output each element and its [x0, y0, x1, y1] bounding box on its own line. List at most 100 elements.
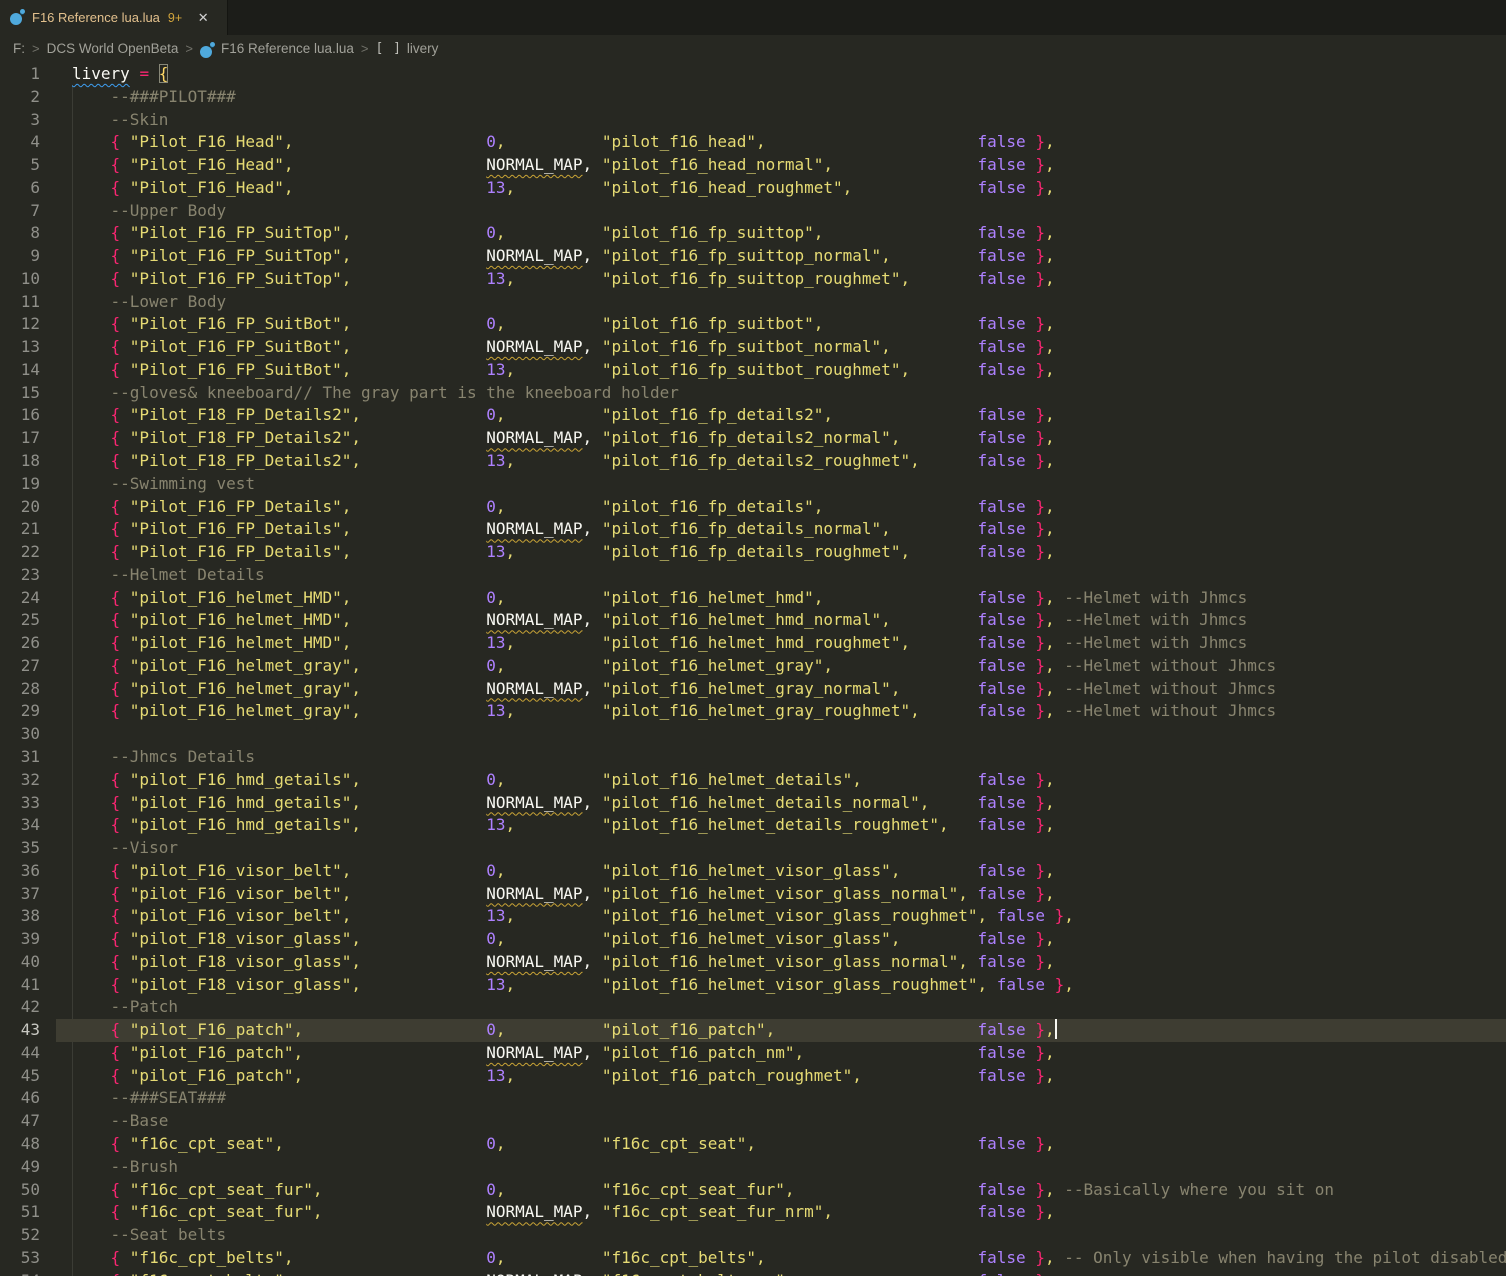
- line-number[interactable]: 18: [0, 450, 40, 473]
- code-line[interactable]: 9 { "Pilot_F16_FP_SuitTop", NORMAL_MAP, …: [0, 245, 1506, 268]
- code-line[interactable]: 21 { "Pilot_F16_FP_Details", NORMAL_MAP,…: [0, 518, 1506, 541]
- code-line[interactable]: 12 { "Pilot_F16_FP_SuitBot", 0, "pilot_f…: [0, 313, 1506, 336]
- close-icon[interactable]: ✕: [193, 8, 213, 28]
- line-number[interactable]: 27: [0, 655, 40, 678]
- code-line[interactable]: 13 { "Pilot_F16_FP_SuitBot", NORMAL_MAP,…: [0, 336, 1506, 359]
- line-number[interactable]: 32: [0, 769, 40, 792]
- tab-f16-reference[interactable]: F16 Reference lua.lua 9+ ✕: [0, 0, 228, 35]
- code-line[interactable]: 5 { "Pilot_F16_Head", NORMAL_MAP, "pilot…: [0, 154, 1506, 177]
- code-line[interactable]: 16 { "Pilot_F18_FP_Details2", 0, "pilot_…: [0, 404, 1506, 427]
- code-line[interactable]: 41 { "pilot_F18_visor_glass", 13, "pilot…: [0, 974, 1506, 997]
- code-line[interactable]: 37 { "pilot_F16_visor_belt", NORMAL_MAP,…: [0, 883, 1506, 906]
- code-line[interactable]: 11 --Lower Body: [0, 291, 1506, 314]
- code-line[interactable]: 49 --Brush: [0, 1156, 1506, 1179]
- code-line[interactable]: 15 --gloves& kneeboard// The gray part i…: [0, 382, 1506, 405]
- breadcrumb-item-folder[interactable]: DCS World OpenBeta: [47, 41, 179, 56]
- code-line[interactable]: 34 { "pilot_F16_hmd_getails", 13, "pilot…: [0, 814, 1506, 837]
- code-line[interactable]: 46 --###SEAT###: [0, 1087, 1506, 1110]
- line-number[interactable]: 29: [0, 700, 40, 723]
- line-number[interactable]: 10: [0, 268, 40, 291]
- line-number[interactable]: 24: [0, 587, 40, 610]
- code-line[interactable]: 17 { "Pilot_F18_FP_Details2", NORMAL_MAP…: [0, 427, 1506, 450]
- line-number[interactable]: 45: [0, 1065, 40, 1088]
- line-number[interactable]: 42: [0, 996, 40, 1019]
- code-line[interactable]: 43 { "pilot_F16_patch", 0, "pilot_f16_pa…: [0, 1019, 1506, 1042]
- line-number[interactable]: 28: [0, 678, 40, 701]
- code-line[interactable]: 52 --Seat belts: [0, 1224, 1506, 1247]
- line-number[interactable]: 23: [0, 564, 40, 587]
- line-number[interactable]: 16: [0, 404, 40, 427]
- code-line[interactable]: 26 { "pilot_F16_helmet_HMD", 13, "pilot_…: [0, 632, 1506, 655]
- code-line[interactable]: 3 --Skin: [0, 109, 1506, 132]
- code-line[interactable]: 47 --Base: [0, 1110, 1506, 1133]
- line-number[interactable]: 14: [0, 359, 40, 382]
- line-number[interactable]: 19: [0, 473, 40, 496]
- line-number[interactable]: 22: [0, 541, 40, 564]
- code-line[interactable]: 35 --Visor: [0, 837, 1506, 860]
- code-line[interactable]: 23 --Helmet Details: [0, 564, 1506, 587]
- code-line[interactable]: 42 --Patch: [0, 996, 1506, 1019]
- line-number[interactable]: 54: [0, 1270, 40, 1276]
- line-number[interactable]: 49: [0, 1156, 40, 1179]
- code-line[interactable]: 18 { "Pilot_F18_FP_Details2", 13, "pilot…: [0, 450, 1506, 473]
- code-line[interactable]: 27 { "pilot_F16_helmet_gray", 0, "pilot_…: [0, 655, 1506, 678]
- line-number[interactable]: 44: [0, 1042, 40, 1065]
- code-line[interactable]: 22 { "Pilot_F16_FP_Details", 13, "pilot_…: [0, 541, 1506, 564]
- code-line[interactable]: 36 { "pilot_F16_visor_belt", 0, "pilot_f…: [0, 860, 1506, 883]
- line-number[interactable]: 20: [0, 496, 40, 519]
- line-number[interactable]: 9: [0, 245, 40, 268]
- line-number[interactable]: 1: [0, 63, 40, 86]
- code-line[interactable]: 2 --###PILOT###: [0, 86, 1506, 109]
- line-number[interactable]: 31: [0, 746, 40, 769]
- line-number[interactable]: 39: [0, 928, 40, 951]
- line-number[interactable]: 7: [0, 200, 40, 223]
- breadcrumb-item-file[interactable]: F16 Reference lua.lua: [221, 41, 354, 56]
- breadcrumb-item-drive[interactable]: F:: [13, 41, 25, 56]
- line-number[interactable]: 51: [0, 1201, 40, 1224]
- code-line[interactable]: 25 { "pilot_F16_helmet_HMD", NORMAL_MAP,…: [0, 609, 1506, 632]
- code-line[interactable]: 40 { "pilot_F18_visor_glass", NORMAL_MAP…: [0, 951, 1506, 974]
- code-line[interactable]: 54 { "f16c_cpt_belts", NORMAL_MAP, "f16c…: [0, 1270, 1506, 1276]
- line-number[interactable]: 8: [0, 222, 40, 245]
- code-line[interactable]: 24 { "pilot_F16_helmet_HMD", 0, "pilot_f…: [0, 587, 1506, 610]
- line-number[interactable]: 26: [0, 632, 40, 655]
- code-line[interactable]: 31 --Jhmcs Details: [0, 746, 1506, 769]
- code-line[interactable]: 30: [0, 723, 1506, 746]
- code-line[interactable]: 8 { "Pilot_F16_FP_SuitTop", 0, "pilot_f1…: [0, 222, 1506, 245]
- line-number[interactable]: 53: [0, 1247, 40, 1270]
- line-number[interactable]: 34: [0, 814, 40, 837]
- line-number[interactable]: 41: [0, 974, 40, 997]
- code-line[interactable]: 6 { "Pilot_F16_Head", 13, "pilot_f16_hea…: [0, 177, 1506, 200]
- code-line[interactable]: 29 { "pilot_F16_helmet_gray", 13, "pilot…: [0, 700, 1506, 723]
- code-line[interactable]: 45 { "pilot_F16_patch", 13, "pilot_f16_p…: [0, 1065, 1506, 1088]
- line-number[interactable]: 50: [0, 1179, 40, 1202]
- code-line[interactable]: 33 { "pilot_F16_hmd_getails", NORMAL_MAP…: [0, 792, 1506, 815]
- line-number[interactable]: 15: [0, 382, 40, 405]
- code-line[interactable]: 50 { "f16c_cpt_seat_fur", 0, "f16c_cpt_s…: [0, 1179, 1506, 1202]
- line-number[interactable]: 13: [0, 336, 40, 359]
- line-number[interactable]: 11: [0, 291, 40, 314]
- line-number[interactable]: 5: [0, 154, 40, 177]
- code-line[interactable]: 39 { "pilot_F18_visor_glass", 0, "pilot_…: [0, 928, 1506, 951]
- code-line[interactable]: 1livery = {: [0, 63, 1506, 86]
- code-line[interactable]: 20 { "Pilot_F16_FP_Details", 0, "pilot_f…: [0, 496, 1506, 519]
- line-number[interactable]: 12: [0, 313, 40, 336]
- line-number[interactable]: 4: [0, 131, 40, 154]
- line-number[interactable]: 17: [0, 427, 40, 450]
- line-number[interactable]: 38: [0, 905, 40, 928]
- line-number[interactable]: 6: [0, 177, 40, 200]
- line-number[interactable]: 35: [0, 837, 40, 860]
- line-number[interactable]: 48: [0, 1133, 40, 1156]
- code-line[interactable]: 19 --Swimming vest: [0, 473, 1506, 496]
- line-number[interactable]: 37: [0, 883, 40, 906]
- line-number[interactable]: 40: [0, 951, 40, 974]
- line-number[interactable]: 52: [0, 1224, 40, 1247]
- line-number[interactable]: 3: [0, 109, 40, 132]
- line-number[interactable]: 46: [0, 1087, 40, 1110]
- line-number[interactable]: 2: [0, 86, 40, 109]
- line-number[interactable]: 43: [0, 1019, 40, 1042]
- line-number[interactable]: 21: [0, 518, 40, 541]
- code-line[interactable]: 53 { "f16c_cpt_belts", 0, "f16c_cpt_belt…: [0, 1247, 1506, 1270]
- code-line[interactable]: 28 { "pilot_F16_helmet_gray", NORMAL_MAP…: [0, 678, 1506, 701]
- code-line[interactable]: 4 { "Pilot_F16_Head", 0, "pilot_f16_head…: [0, 131, 1506, 154]
